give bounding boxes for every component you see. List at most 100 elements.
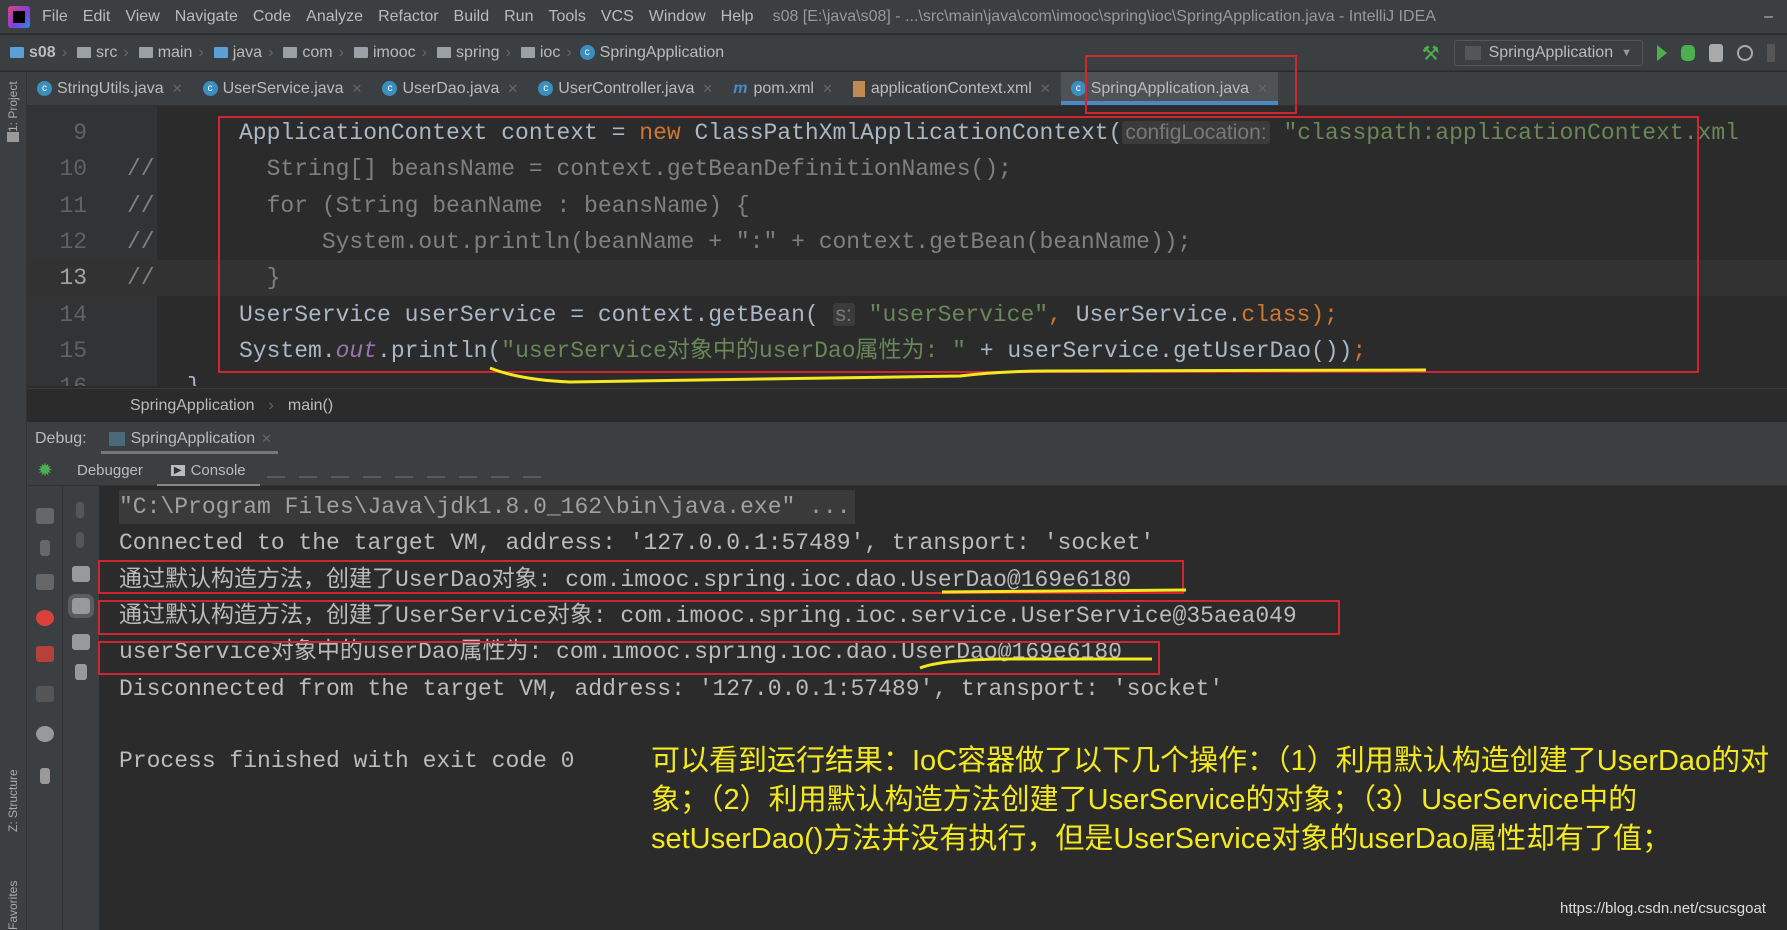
crumb-label: s08 [29,43,56,61]
run-to-cursor-icon[interactable] [458,464,477,478]
menu-vcs[interactable]: VCS [601,8,634,26]
menu-tools[interactable]: Tools [548,8,585,26]
close-icon[interactable]: ✕ [352,81,363,97]
profile-icon[interactable] [1737,45,1753,61]
debug-session-tab[interactable]: SpringApplication ✕ [100,422,279,456]
resume-icon[interactable] [36,508,54,524]
close-icon[interactable]: ✕ [702,81,713,97]
tab-debugger[interactable]: Debugger [63,456,157,486]
console-actions-strip [63,486,100,930]
comment-marker: // [127,265,155,292]
tab-label: Console [190,462,246,479]
nav-crumb[interactable]: ioc › [511,44,572,62]
line-number: 10 [59,156,87,183]
trash-icon[interactable] [75,664,87,680]
evaluate-expression-icon[interactable] [490,464,509,478]
favorites-tool-button[interactable]: Favorites [6,881,20,930]
menu-navigate[interactable]: Navigate [175,8,238,26]
nav-crumb[interactable]: c SpringApplication [572,44,724,62]
trace-icon[interactable] [522,464,541,478]
close-icon[interactable]: ✕ [172,81,183,97]
menu-help[interactable]: Help [721,8,754,26]
folder-icon [138,47,153,58]
line-number: 9 [73,120,87,146]
tab-applicationcontext-xml[interactable]: applicationContext.xml ✕ [843,72,1061,105]
close-icon[interactable]: ✕ [507,81,518,97]
highlight-box-console-2 [98,600,1340,635]
tab-usercontroller-java[interactable]: c UserController.java ✕ [528,72,723,105]
tab-userdao-java[interactable]: c UserDao.java ✕ [372,72,528,105]
scroll-to-end-icon[interactable] [68,594,94,618]
run-icon[interactable] [1657,45,1667,61]
step-into-icon[interactable] [362,464,381,478]
crumb-label: imooc [372,43,416,61]
pause-icon[interactable] [40,540,50,556]
intellij-logo-icon [8,5,30,28]
maven-icon: m [733,79,748,97]
nav-crumb[interactable]: java › [204,44,273,62]
print-icon[interactable] [72,634,90,650]
more-icon[interactable] [1767,44,1775,62]
comment-marker: // [127,192,155,219]
menu-view[interactable]: View [125,8,159,26]
debug-toolbar: ✹ Debugger ▶ Console [27,456,1787,486]
menu-file[interactable]: File [42,8,68,26]
down-arrow-icon[interactable] [76,532,84,548]
left-tool-strip: 1: Project Z: Structure Favorites [0,72,27,930]
close-icon[interactable]: ✕ [822,81,833,97]
menu-icon[interactable] [266,464,285,478]
step-over-icon[interactable] [330,464,349,478]
code-breadcrumb: SpringApplication › main() [27,388,1787,422]
stop-icon[interactable] [36,574,54,590]
nav-crumb[interactable]: spring › [427,44,511,62]
menu-code[interactable]: Code [253,8,291,26]
menu-edit[interactable]: Edit [83,8,111,26]
nav-crumb[interactable]: main › [129,44,204,62]
console-output[interactable]: "C:\Program Files\Java\jdk1.8.0_162\bin\… [100,486,1787,930]
comment-marker: // [127,228,155,255]
folder-icon [213,47,228,58]
tab-stringutils-java[interactable]: c StringUtils.java ✕ [27,72,193,105]
close-icon[interactable]: ✕ [261,431,272,447]
debug-icon[interactable] [1681,45,1695,61]
camera-icon[interactable] [36,686,54,702]
crumb-label: com [302,43,333,61]
mute-breakpoints-icon[interactable] [36,646,54,662]
menu-window[interactable]: Window [649,8,706,26]
step-out-icon[interactable] [426,464,445,478]
close-icon[interactable]: ✕ [1040,81,1051,97]
coverage-icon[interactable] [1709,44,1723,62]
menu-refactor[interactable]: Refactor [378,8,438,26]
force-step-into-icon[interactable] [394,464,413,478]
crumb-label: spring [455,43,500,61]
nav-crumb[interactable]: s08 › [0,44,67,62]
soft-wrap-icon[interactable] [72,566,90,582]
class-icon: c [579,45,595,60]
nav-crumb[interactable]: com › [273,44,344,62]
build-hammer-icon[interactable]: ⚒ [1422,41,1440,66]
crumb-label: main [157,43,193,61]
window-title: s08 [E:\java\s08] - ...\src\main\java\co… [772,7,1436,25]
menu-analyze[interactable]: Analyze [306,8,363,26]
tab-console[interactable]: ▶ Console [156,456,260,486]
menu-run[interactable]: Run [504,8,533,26]
breadcrumb-method[interactable]: main() [288,397,333,415]
tab-userservice-java[interactable]: c UserService.java ✕ [193,72,373,105]
run-configuration-select[interactable]: SpringApplication ▼ [1453,40,1643,66]
nav-crumb[interactable]: imooc › [344,44,427,62]
tab-pom-xml[interactable]: m pom.xml ✕ [723,72,843,105]
folder-icon [520,47,535,58]
minimize-button[interactable]: – [1764,8,1773,26]
up-arrow-icon[interactable] [76,502,84,518]
debug-label: Debug: [35,430,87,447]
nav-crumb[interactable]: src › [67,44,129,62]
menu-build[interactable]: Build [454,8,490,26]
structure-tool-button[interactable]: Z: Structure [6,769,20,832]
breadcrumb-class[interactable]: SpringApplication [130,397,255,415]
project-tool-button[interactable]: 1: Project [6,81,20,132]
view-breakpoints-icon[interactable] [36,610,54,626]
gear-icon[interactable] [36,726,54,742]
folder-icon [77,47,92,58]
show-execution-point-icon[interactable] [298,464,317,478]
pin-icon[interactable] [40,768,50,784]
